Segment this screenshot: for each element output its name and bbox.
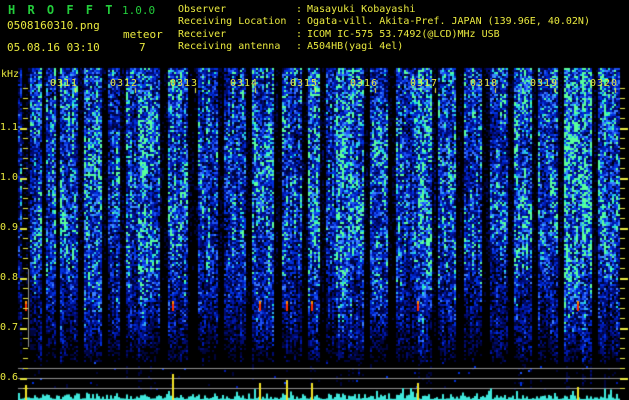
- info-colon: :: [296, 40, 303, 52]
- x-axis-tick-label: 0317: [409, 78, 439, 89]
- info-colon: :: [296, 4, 303, 15]
- hrofft-window: { "window": {"title": "HROFFT spectrogra…: [0, 0, 629, 400]
- spectrogram-canvas: [0, 0, 629, 400]
- y-axis-tick-label: 0.7: [0, 322, 19, 333]
- y-axis-tick-label: 0.8: [0, 272, 19, 283]
- info-row: Observer: Masayuki Kobayashi: [178, 4, 590, 16]
- info-label: Receiving Location: [178, 16, 287, 28]
- x-axis-tick-label: 0319: [529, 78, 559, 89]
- x-axis-tick-label: 0314: [229, 78, 259, 89]
- x-axis-tick-label: 0311: [49, 78, 79, 89]
- app-version: 1.0.0: [122, 4, 156, 17]
- app-title: H R O F F T: [8, 3, 115, 17]
- y-axis-tick-label: 1.0: [0, 172, 19, 183]
- info-value: A504HB(yagi 4el): [307, 40, 404, 52]
- x-axis-tick-label: 0320: [589, 78, 619, 89]
- y-axis-tick-label: 1.1: [0, 122, 19, 133]
- info-value: ICOM IC-575 53.7492(@LCD)MHz USB: [307, 28, 500, 40]
- info-row: Receiving antenna: A504HB(yagi 4el): [178, 41, 590, 53]
- meteor-count: 7: [139, 41, 146, 54]
- mode-label: meteor: [123, 28, 163, 41]
- filename-label: 0508160310.png: [7, 19, 100, 32]
- x-axis-tick-label: 0312: [109, 78, 139, 89]
- freq-axis-unit: kHz: [1, 69, 20, 80]
- datetime-label: 05.08.16 03:10: [7, 41, 100, 54]
- info-label: Observer: [178, 4, 227, 15]
- info-value: Ogata-vill. Akita-Pref. JAPAN (139.96E, …: [307, 16, 590, 28]
- info-row: Receiver: ICOM IC-575 53.7492(@LCD)MHz US…: [178, 29, 590, 41]
- station-info: Observer: Masayuki Kobayashi Receiving Lo…: [178, 4, 590, 53]
- y-axis-tick-label: 0.6: [0, 372, 19, 383]
- info-row: Receiving Location: Ogata-vill. Akita-Pre…: [178, 16, 590, 28]
- info-value: Masayuki Kobayashi: [307, 4, 416, 15]
- y-axis-tick-label: 0.9: [0, 222, 19, 233]
- info-colon: :: [296, 16, 303, 28]
- x-axis-tick-label: 0315: [289, 78, 319, 89]
- x-axis-tick-label: 0313: [169, 78, 199, 89]
- x-axis-tick-label: 0316: [349, 78, 379, 89]
- info-colon: :: [296, 28, 303, 40]
- x-axis-tick-label: 0318: [469, 78, 499, 89]
- info-label: Receiver: [178, 28, 227, 40]
- info-label: Receiving antenna: [178, 40, 281, 52]
